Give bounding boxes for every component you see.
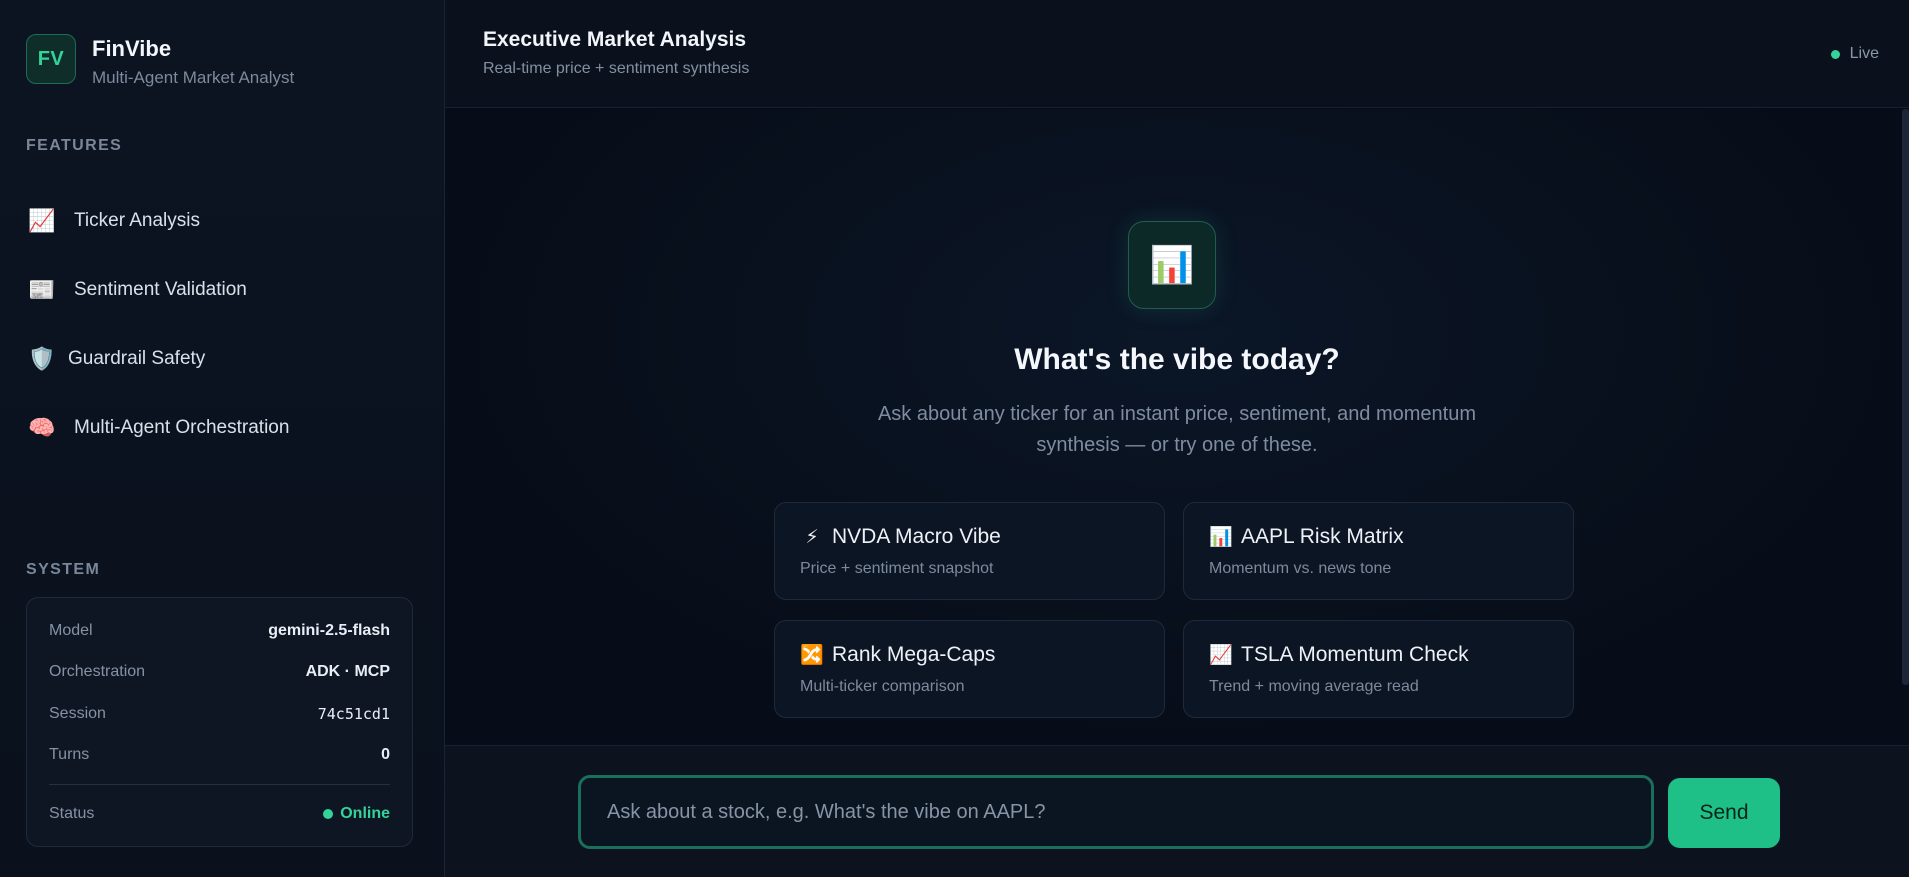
features-section-label: FEATURES <box>26 137 123 154</box>
suggestion-title: NVDA Macro Vibe <box>832 525 1001 548</box>
brand-name: FinVibe <box>92 36 172 61</box>
sidebar-item-guardrail-safety[interactable]: 🛡️ Guardrail Safety <box>28 324 428 393</box>
brand-logo: FV <box>26 34 76 84</box>
session-value: 74c51cd1 <box>317 704 390 723</box>
status-value: Online <box>340 804 390 822</box>
sidebar-item-label: Multi-Agent Orchestration <box>74 416 290 438</box>
lightning-icon: ⚡ <box>805 526 819 548</box>
suggestion-title: Rank Mega-Caps <box>832 643 996 666</box>
newspaper-icon: 📰 <box>28 276 56 302</box>
bar-chart-icon: 📊 <box>1209 527 1233 548</box>
system-key: Orchestration <box>49 663 146 681</box>
system-row-session: Session 74c51cd1 <box>49 693 390 735</box>
suggestion-subtitle: Trend + moving average read <box>1209 678 1419 695</box>
suggestion-title: TSLA Momentum Check <box>1241 643 1469 666</box>
sidebar-item-label: Sentiment Validation <box>74 278 247 300</box>
orchestration-value: ADK · MCP <box>305 663 390 681</box>
suggestion-subtitle: Price + sentiment snapshot <box>800 560 994 577</box>
page-subtitle: Real-time price + sentiment synthesis <box>483 60 750 77</box>
status-badge: Online <box>323 805 390 823</box>
feature-list: 📈 Ticker Analysis 📰 Sentiment Validation… <box>28 186 428 462</box>
suggestion-card-rank-mega-caps[interactable]: 🔀 Rank Mega-Caps Multi-ticker comparison <box>774 620 1165 718</box>
status-dot-icon <box>323 808 334 819</box>
sidebar-item-sentiment-validation[interactable]: 📰 Sentiment Validation <box>28 255 428 324</box>
system-row-orchestration: Orchestration ADK · MCP <box>49 652 390 694</box>
system-info-card: Model gemini-2.5-flash Orchestration ADK… <box>26 597 413 847</box>
brand-subtitle: Multi-Agent Market Analyst <box>92 68 295 87</box>
suggestion-title-row: 📈 TSLA Momentum Check <box>1209 643 1573 667</box>
sidebar-item-label: Guardrail Safety <box>68 347 206 369</box>
divider <box>49 784 390 785</box>
brain-icon: 🧠 <box>28 414 56 440</box>
message-composer: Send <box>445 745 1909 877</box>
hero-title: What's the vibe today? <box>1014 343 1340 376</box>
chart-increasing-icon: 📈 <box>1209 645 1233 666</box>
suggestion-subtitle: Multi-ticker comparison <box>800 678 965 695</box>
system-key: Session <box>49 704 106 722</box>
send-button[interactable]: Send <box>1668 778 1780 848</box>
system-row-status: Status Online <box>49 793 390 835</box>
sidebar: FV FinVibe Multi-Agent Market Analyst FE… <box>0 0 445 877</box>
live-dot-icon <box>1830 49 1840 59</box>
main-panel: Executive Market Analysis Real-time pric… <box>445 0 1909 877</box>
model-value: gemini-2.5-flash <box>268 621 390 639</box>
suggestion-card-aapl-risk-matrix[interactable]: 📊 AAPL Risk Matrix Momentum vs. news ton… <box>1183 502 1574 600</box>
system-row-turns: Turns 0 <box>49 735 390 777</box>
app-root: FV FinVibe Multi-Agent Market Analyst FE… <box>0 0 1909 877</box>
suggestion-title-row: 📊 AAPL Risk Matrix <box>1209 525 1573 549</box>
scrollbar[interactable] <box>1902 109 1909 685</box>
suggestion-subtitle: Momentum vs. news tone <box>1209 560 1392 577</box>
shuffle-icon: 🔀 <box>800 645 824 666</box>
system-section-label: SYSTEM <box>26 561 101 578</box>
suggestion-title-row: ⚡ NVDA Macro Vibe <box>800 525 1164 549</box>
bar-chart-icon: 📊 <box>1128 221 1216 309</box>
brand-text: FinVibe Multi-Agent Market Analyst <box>92 34 294 88</box>
brand: FV FinVibe Multi-Agent Market Analyst <box>26 34 294 88</box>
chat-content-area[interactable]: 📊 What's the vibe today? Ask about any t… <box>445 109 1909 745</box>
system-row-model: Model gemini-2.5-flash <box>49 610 390 652</box>
suggestion-card-tsla-momentum-check[interactable]: 📈 TSLA Momentum Check Trend + moving ave… <box>1183 620 1574 718</box>
sidebar-item-ticker-analysis[interactable]: 📈 Ticker Analysis <box>28 186 428 255</box>
system-key: Status <box>49 804 95 822</box>
suggestion-title: AAPL Risk Matrix <box>1241 525 1404 548</box>
suggestion-title-row: 🔀 Rank Mega-Caps <box>800 643 1164 667</box>
shield-icon: 🛡️ <box>28 345 56 371</box>
system-key: Turns <box>49 746 90 764</box>
page-title: Executive Market Analysis <box>483 28 747 51</box>
chat-input[interactable] <box>578 775 1654 849</box>
sidebar-item-multi-agent-orchestration[interactable]: 🧠 Multi-Agent Orchestration <box>28 393 428 462</box>
live-label: Live <box>1849 45 1879 62</box>
turns-value: 0 <box>381 746 390 764</box>
live-indicator: Live <box>1830 45 1879 63</box>
suggestion-card-nvda-macro-vibe[interactable]: ⚡ NVDA Macro Vibe Price + sentiment snap… <box>774 502 1165 600</box>
system-key: Model <box>49 621 93 639</box>
hero-subtitle: Ask about any ticker for an instant pric… <box>877 403 1477 456</box>
sidebar-item-label: Ticker Analysis <box>74 209 200 231</box>
page-header: Executive Market Analysis Real-time pric… <box>445 0 1909 108</box>
chart-increasing-icon: 📈 <box>28 207 56 233</box>
